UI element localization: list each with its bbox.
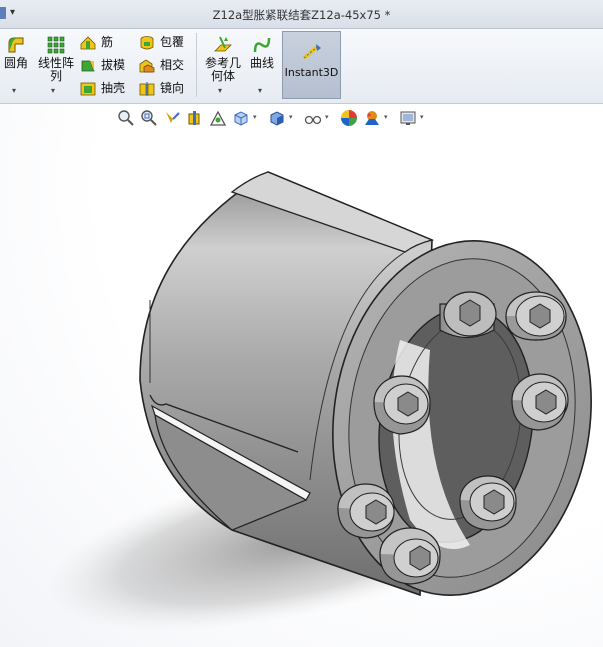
title-bar: ▾ Z12a型胀紧联结套Z12a-45x75 * — [0, 0, 603, 29]
wrap-label: 包覆 — [160, 35, 185, 49]
curves-icon — [253, 37, 271, 53]
linear-pattern-icon — [47, 36, 65, 54]
bolt — [373, 375, 431, 435]
draft-label: 拔模 — [101, 58, 126, 72]
rib-icon — [80, 35, 96, 49]
fillet-button[interactable]: 圆角 — [2, 35, 30, 70]
window-title: Z12a型胀紧联结套Z12a-45x75 * — [212, 8, 391, 22]
instant3d-icon — [302, 44, 321, 60]
mirror-icon — [139, 81, 155, 96]
curves-dropdown[interactable]: ▾ — [258, 86, 262, 95]
shell-button[interactable]: 抽壳 — [80, 78, 125, 98]
mirror-label: 镜向 — [160, 81, 185, 95]
reference-geometry-dropdown[interactable]: ▾ — [218, 86, 222, 95]
fillet-icon — [8, 37, 24, 53]
reference-geometry-label-2: 何体 — [210, 69, 235, 83]
instant3d-label: Instant3D — [284, 66, 339, 79]
rib-label: 筋 — [101, 35, 114, 49]
linear-pattern-dropdown[interactable]: ▾ — [51, 86, 55, 95]
fillet-dropdown[interactable]: ▾ — [12, 86, 16, 95]
draft-icon — [81, 60, 95, 71]
expansion-sleeve-model[interactable] — [0, 104, 603, 647]
reference-geometry-button[interactable]: 参考几 何体 — [203, 35, 243, 83]
fillet-label: 圆角 — [3, 56, 28, 70]
linear-pattern-label-1: 线性阵 — [37, 56, 74, 70]
command-manager-ribbon: 圆角 ▾ 线性阵 列 ▾ 筋 拔模 抽壳 包覆 相交 镜向 参考几 何体 ▾ 曲… — [0, 29, 603, 104]
intersect-label: 相交 — [160, 58, 185, 72]
shell-icon — [80, 82, 96, 95]
wrap-button[interactable]: 包覆 — [139, 32, 184, 52]
reference-geometry-icon — [214, 36, 232, 52]
curves-label: 曲线 — [249, 56, 274, 70]
bolt — [337, 483, 395, 539]
bolt — [511, 373, 569, 431]
rib-button[interactable]: 筋 — [80, 32, 113, 52]
bolt — [379, 527, 441, 585]
reference-geometry-label-1: 参考几 — [204, 56, 241, 70]
ribbon-separator — [196, 33, 197, 97]
bolt — [505, 291, 567, 341]
shell-label: 抽壳 — [101, 81, 126, 95]
curves-button[interactable]: 曲线 — [248, 35, 276, 70]
intersect-icon — [139, 59, 155, 72]
instant3d-button[interactable]: Instant3D — [282, 31, 341, 99]
intersect-button[interactable]: 相交 — [139, 55, 184, 75]
linear-pattern-label-2: 列 — [49, 69, 62, 83]
linear-pattern-button[interactable]: 线性阵 列 — [36, 35, 76, 83]
mirror-button[interactable]: 镜向 — [139, 78, 184, 98]
wrap-icon — [140, 35, 154, 49]
draft-button[interactable]: 拔模 — [80, 55, 125, 75]
bolt — [459, 475, 517, 531]
